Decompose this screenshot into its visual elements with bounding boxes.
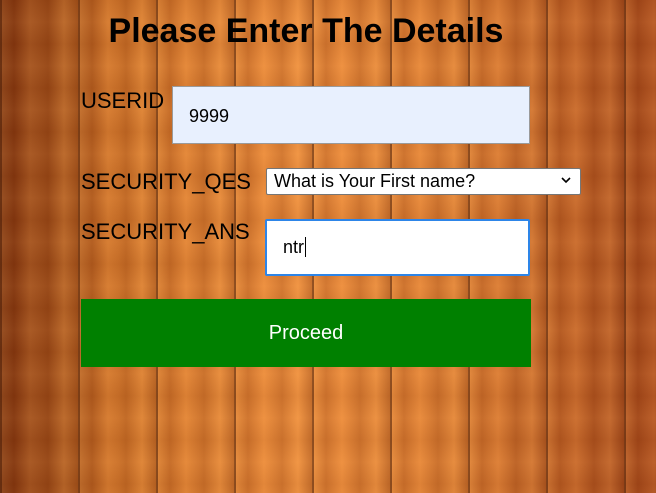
security-answer-value: ntr (283, 237, 305, 257)
security-question-selected: What is Your First name? (274, 171, 476, 191)
userid-input[interactable]: 9999 (172, 86, 530, 144)
security-question-label: SECURITY_QES (81, 169, 251, 194)
text-caret (305, 237, 307, 258)
proceed-button[interactable]: Proceed (81, 299, 531, 367)
page-title: Please Enter The Details (108, 12, 504, 50)
chevron-down-icon (561, 177, 571, 184)
security-answer-label: SECURITY_ANS (81, 219, 250, 244)
userid-label: USERID (81, 88, 165, 113)
security-question-select[interactable]: What is Your First name? (266, 168, 581, 195)
security-answer-input[interactable]: ntr (265, 219, 530, 276)
